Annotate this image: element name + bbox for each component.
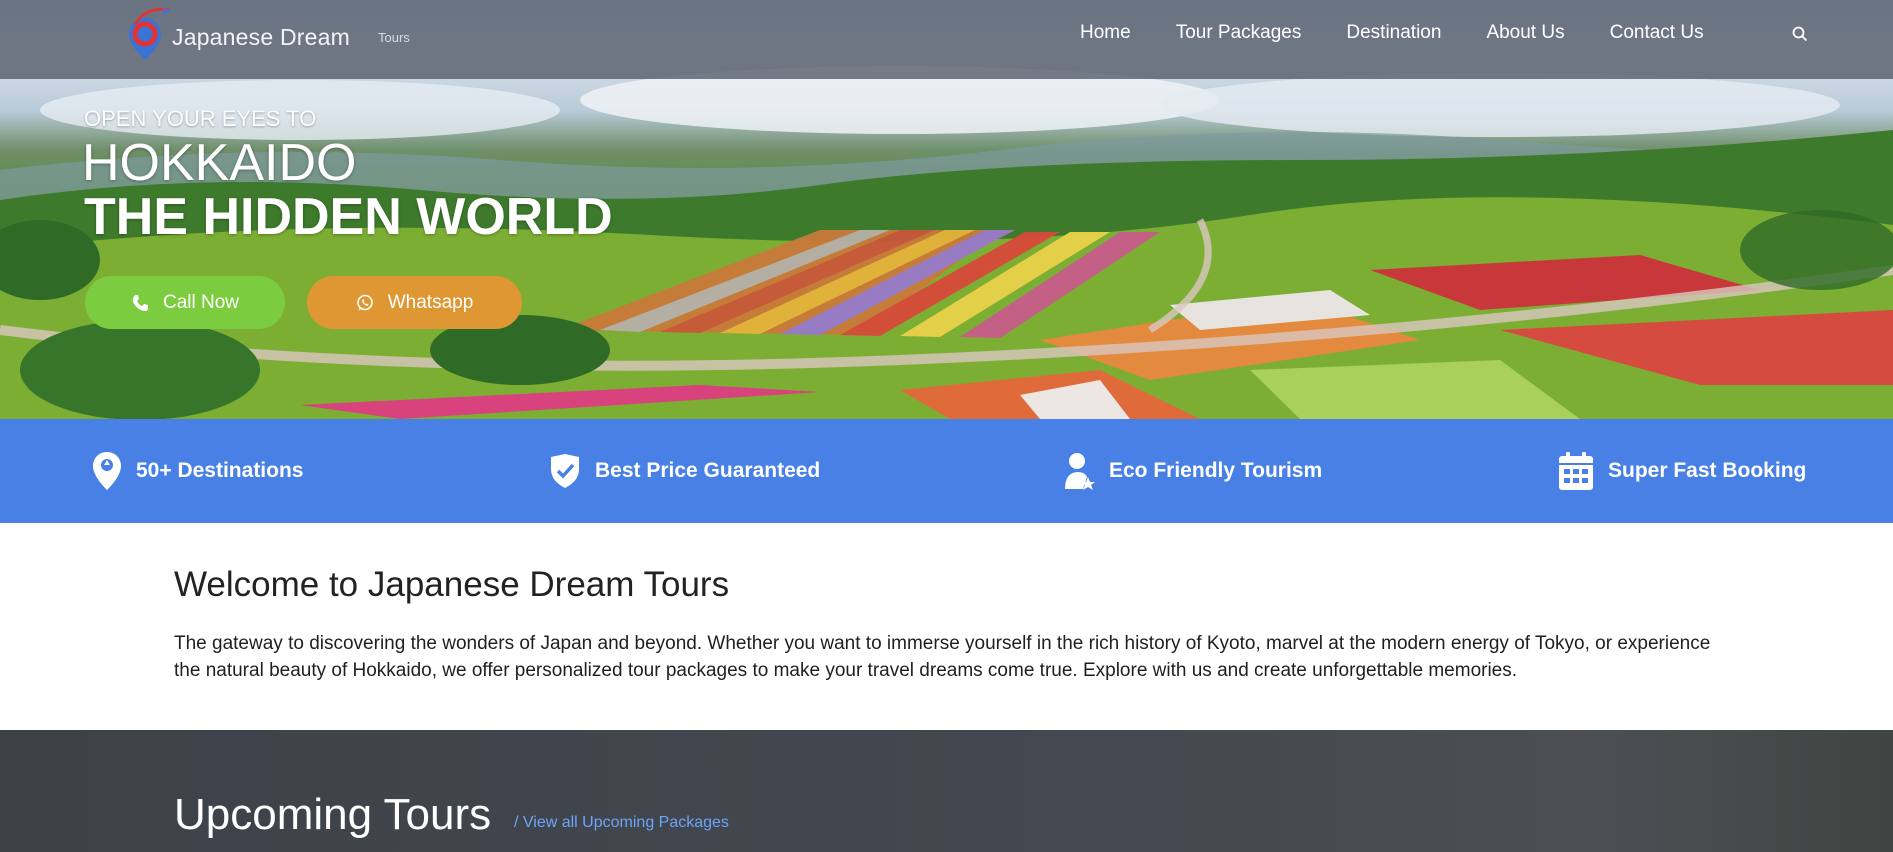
- feature-label: Best Price Guaranteed: [595, 459, 821, 482]
- phone-icon: [131, 294, 149, 312]
- feature-label: Super Fast Booking: [1608, 459, 1807, 482]
- location-pin-icon: [92, 451, 122, 491]
- feature-destinations: 50+ Destinations: [92, 451, 303, 491]
- whatsapp-button[interactable]: Whatsapp: [307, 276, 522, 329]
- nav-home[interactable]: Home: [1080, 22, 1131, 46]
- feature-fast-booking: Super Fast Booking: [1558, 451, 1806, 491]
- hero-banner: Japanese Dream Tours Home Tour Packages …: [0, 0, 1893, 419]
- nav-destination[interactable]: Destination: [1346, 22, 1441, 46]
- navbar: Japanese Dream Tours Home Tour Packages …: [0, 0, 1893, 79]
- feature-label: Eco Friendly Tourism: [1109, 459, 1323, 482]
- calendar-icon: [1558, 451, 1594, 491]
- features-bar: 50+ Destinations Best Price Guaranteed E…: [0, 419, 1893, 523]
- upcoming-tours-title: Upcoming Tours: [174, 790, 492, 839]
- welcome-title: Welcome to Japanese Dream Tours: [174, 565, 730, 604]
- call-now-button[interactable]: Call Now: [85, 276, 285, 329]
- shield-check-icon: [549, 453, 581, 489]
- main-nav: Home Tour Packages Destination About Us …: [1080, 22, 1749, 46]
- whatsapp-label: Whatsapp: [387, 291, 474, 313]
- welcome-section: Welcome to Japanese Dream Tours The gate…: [0, 523, 1893, 730]
- welcome-text: The gateway to discovering the wonders o…: [174, 633, 1711, 681]
- logo-pin-icon: [129, 7, 171, 60]
- brand-tagline: Tours: [378, 30, 410, 45]
- upcoming-tours-section: Upcoming Tours / View all Upcoming Packa…: [0, 730, 1893, 852]
- nav-tour-packages[interactable]: Tour Packages: [1176, 22, 1302, 46]
- nav-about-us[interactable]: About Us: [1486, 22, 1564, 46]
- search-icon[interactable]: [1791, 25, 1809, 43]
- view-all-upcoming-link[interactable]: / View all Upcoming Packages: [514, 814, 729, 832]
- brand-logo[interactable]: Japanese Dream Tours: [125, 6, 425, 66]
- nav-contact-us[interactable]: Contact Us: [1610, 22, 1704, 46]
- hero-subtitle: THE HIDDEN WORLD: [84, 188, 613, 246]
- call-now-label: Call Now: [162, 291, 240, 313]
- hero-title: HOKKAIDO: [82, 134, 357, 192]
- feature-label: 50+ Destinations: [136, 459, 304, 482]
- whatsapp-icon: [356, 294, 374, 312]
- brand-name: Japanese Dream: [172, 24, 350, 50]
- user-star-icon: [1063, 451, 1095, 491]
- feature-best-price: Best Price Guaranteed: [549, 451, 820, 491]
- hero-kicker: OPEN YOUR EYES TO: [84, 106, 317, 131]
- feature-eco-friendly: Eco Friendly Tourism: [1063, 451, 1322, 491]
